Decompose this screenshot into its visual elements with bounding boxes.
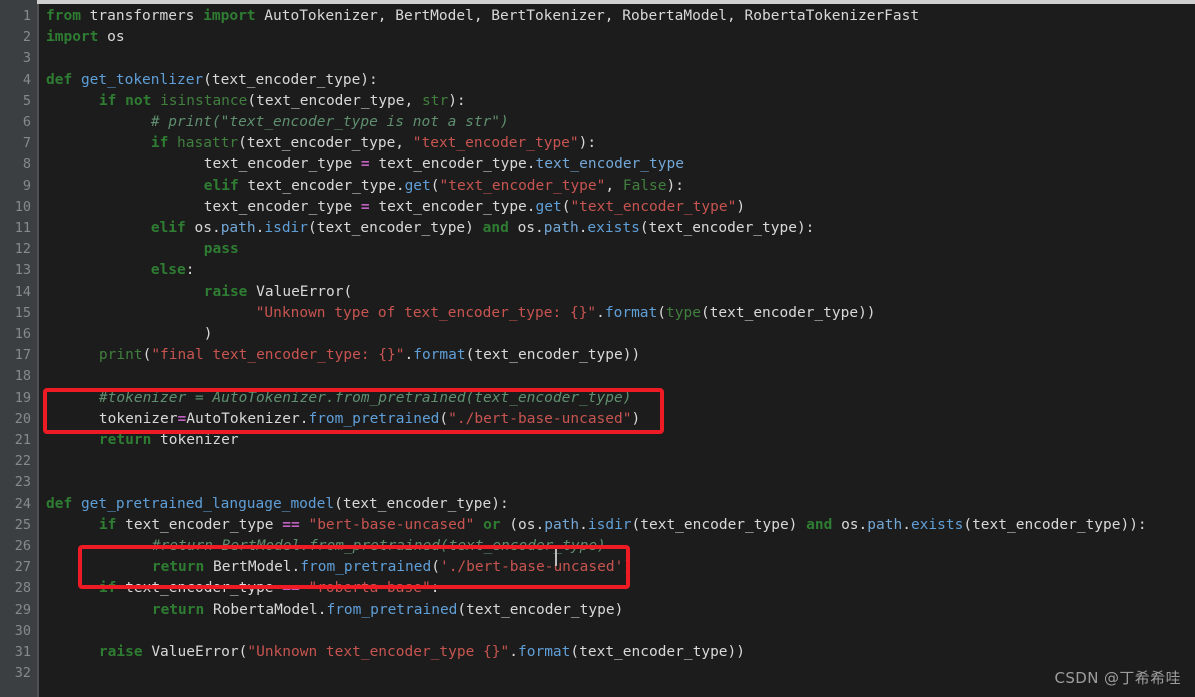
code-line[interactable]: return BertModel.from_pretrained('./bert… bbox=[46, 557, 632, 578]
code-line[interactable]: else: bbox=[46, 260, 195, 281]
line-number: 20 bbox=[14, 410, 31, 427]
code-line[interactable] bbox=[46, 48, 55, 69]
code-line[interactable] bbox=[46, 621, 55, 642]
line-number: 31 bbox=[14, 644, 31, 660]
code-line[interactable] bbox=[46, 472, 55, 493]
line-number: 14 bbox=[14, 283, 31, 300]
editor-top-strip-gutter bbox=[0, 0, 37, 4]
csdn-watermark: CSDN @丁希希哇 bbox=[1054, 668, 1181, 687]
code-line[interactable]: raise ValueError( bbox=[46, 282, 352, 303]
line-number: 29 bbox=[14, 601, 31, 618]
code-line[interactable]: ) bbox=[46, 324, 213, 345]
line-number: 13 bbox=[14, 262, 31, 279]
line-number: 12 bbox=[14, 241, 31, 258]
code-line[interactable]: tokenizer=AutoTokenizer.from_pretrained(… bbox=[46, 409, 640, 430]
code-line[interactable] bbox=[46, 366, 55, 387]
code-line[interactable]: # print("text_encoder_type is not a str"… bbox=[46, 112, 509, 133]
code-line[interactable]: return tokenizer bbox=[46, 430, 239, 451]
line-number: 30 bbox=[14, 622, 31, 639]
code-editor[interactable]: 1 2 3 4 5 6 7 8 9 10 11 12 13 14 15 16 17 18 19 20 21 22 23 24 2… bbox=[0, 0, 1195, 697]
line-number: 8 bbox=[22, 156, 31, 173]
line-number: 25 bbox=[14, 516, 31, 533]
editor-top-strip bbox=[0, 0, 1195, 4]
code-line[interactable] bbox=[46, 451, 55, 472]
line-number: 11 bbox=[14, 220, 31, 236]
line-number: 28 bbox=[14, 580, 31, 597]
code-line[interactable]: if text_encoder_type == "roberta-base": bbox=[46, 578, 440, 599]
code-line[interactable]: text_encoder_type = text_encoder_type.te… bbox=[46, 154, 684, 175]
line-number: 5 bbox=[22, 92, 31, 109]
code-line[interactable]: import os bbox=[46, 27, 125, 48]
code-line[interactable]: def get_pretrained_language_model(text_e… bbox=[46, 494, 509, 515]
code-line[interactable]: if hasattr(text_encoder_type, "text_enco… bbox=[46, 133, 596, 154]
code-line[interactable]: pass bbox=[46, 239, 239, 260]
line-number: 15 bbox=[14, 304, 31, 321]
code-line[interactable]: return RobertaModel.from_pretrained(text… bbox=[46, 600, 623, 621]
code-line[interactable]: raise ValueError("Unknown text_encoder_t… bbox=[46, 642, 745, 663]
line-number: 2 bbox=[22, 29, 31, 46]
code-line[interactable]: elif text_encoder_type.get("text_encoder… bbox=[46, 176, 684, 197]
line-number: 7 bbox=[22, 135, 31, 152]
code-text-area[interactable]: from transformers import AutoTokenizer, … bbox=[39, 4, 1195, 697]
line-number: 6 bbox=[22, 114, 31, 130]
line-number: 10 bbox=[14, 198, 31, 215]
line-number: 4 bbox=[22, 71, 31, 88]
line-number: 24 bbox=[14, 495, 31, 512]
code-line[interactable]: #tokenizer = AutoTokenizer.from_pretrain… bbox=[46, 388, 632, 409]
code-line[interactable]: #return BertModel.from_pretrained(text_e… bbox=[46, 536, 606, 557]
line-number: 21 bbox=[14, 432, 31, 448]
line-number: 26 bbox=[14, 538, 31, 554]
code-line[interactable]: elif os.path.isdir(text_encoder_type) an… bbox=[46, 218, 815, 239]
line-number: 1 bbox=[22, 8, 31, 24]
code-line[interactable]: def get_tokenlizer(text_encoder_type): bbox=[46, 70, 378, 91]
line-number: 18 bbox=[14, 368, 31, 385]
text-caret bbox=[555, 545, 557, 566]
line-number: 16 bbox=[14, 326, 31, 342]
code-line[interactable]: if not isinstance(text_encoder_type, str… bbox=[46, 91, 466, 112]
line-number: 9 bbox=[22, 177, 31, 194]
line-number: 32 bbox=[14, 665, 31, 682]
code-line[interactable]: from transformers import AutoTokenizer, … bbox=[46, 6, 919, 27]
code-line[interactable]: if text_encoder_type == "bert-base-uncas… bbox=[46, 515, 1147, 536]
code-line[interactable]: print("final text_encoder_type: {}".form… bbox=[46, 345, 640, 366]
line-number: 22 bbox=[14, 453, 31, 470]
code-line[interactable]: "Unknown type of text_encoder_type: {}".… bbox=[46, 303, 876, 324]
code-line[interactable] bbox=[46, 663, 55, 684]
line-number: 17 bbox=[14, 347, 31, 364]
code-line[interactable]: text_encoder_type = text_encoder_type.ge… bbox=[46, 197, 745, 218]
gutter-separator bbox=[37, 4, 39, 697]
line-number: 23 bbox=[14, 474, 31, 491]
line-number-gutter[interactable]: 1 2 3 4 5 6 7 8 9 10 11 12 13 14 15 16 17 18 19 20 21 22 23 24 2… bbox=[0, 4, 37, 697]
line-number: 3 bbox=[22, 50, 31, 67]
line-number: 19 bbox=[14, 389, 31, 406]
line-number: 27 bbox=[14, 559, 31, 576]
